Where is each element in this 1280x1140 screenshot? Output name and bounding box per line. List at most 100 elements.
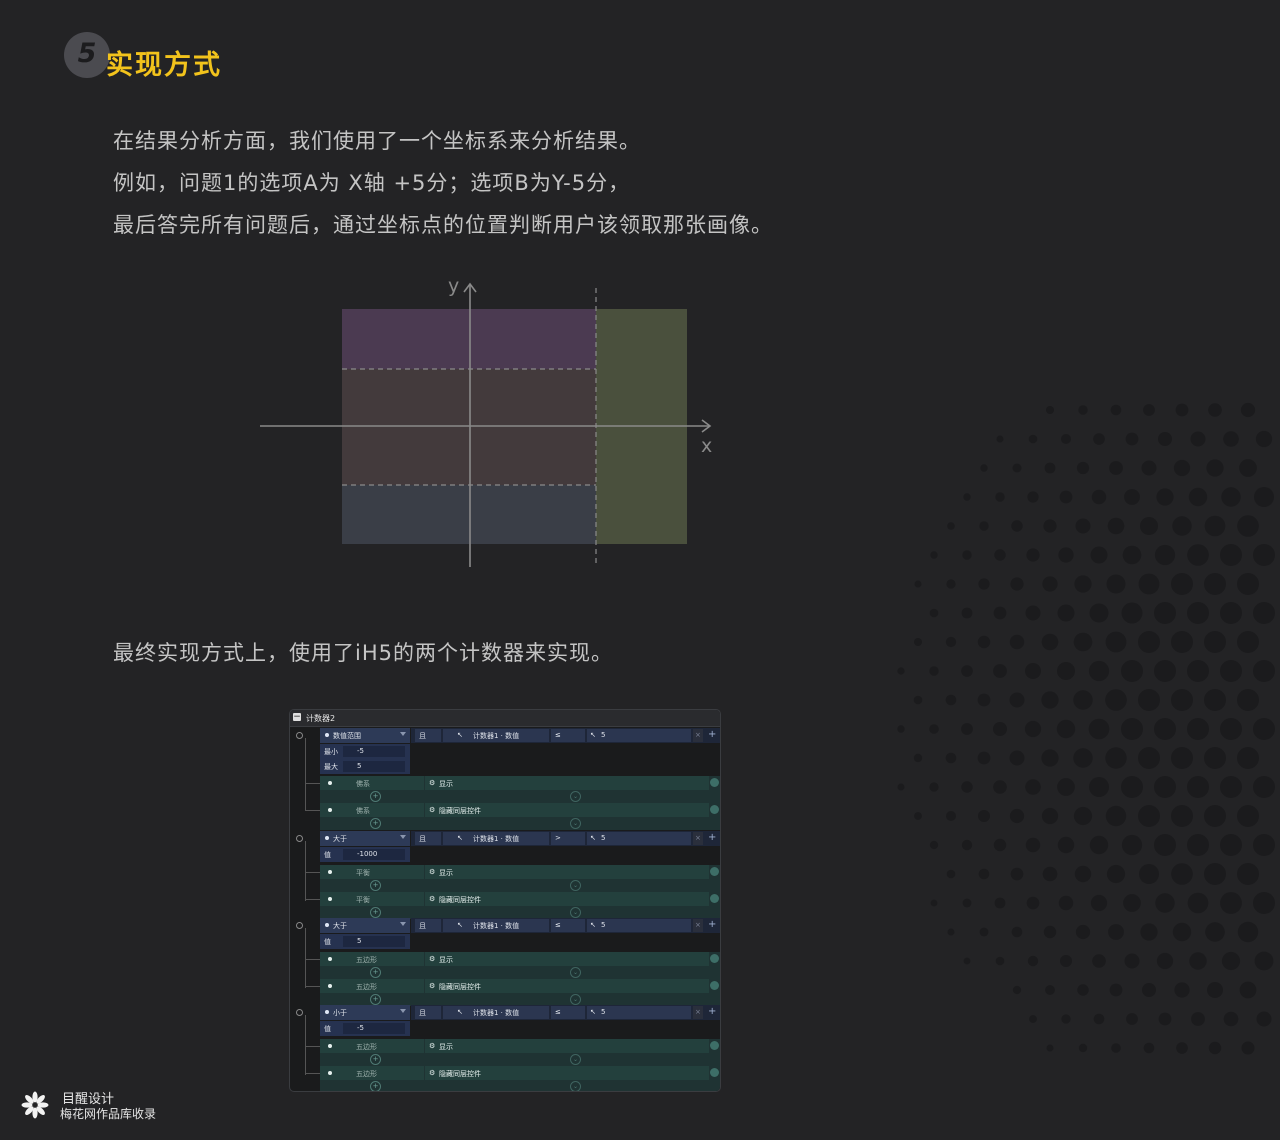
logic-select[interactable]: 且 [415, 919, 441, 932]
operator-select[interactable]: ≤ [551, 729, 585, 742]
target-select[interactable]: ↖ 计数器1 · 数值 [443, 832, 549, 845]
add-action-icon[interactable]: + [370, 791, 381, 802]
expand-chevron-icon[interactable]: ⌄ [570, 880, 581, 891]
expand-chevron-icon[interactable]: ⌄ [570, 967, 581, 978]
object-select[interactable]: 佛系 [320, 776, 424, 790]
decor-dot [1121, 718, 1143, 740]
confirm-icon[interactable] [710, 981, 719, 990]
operator-select[interactable]: ≤ [551, 919, 585, 932]
decor-dot [1106, 864, 1126, 884]
param-value-input[interactable]: -5 [343, 746, 405, 757]
action-select[interactable]: ⚙ 显示 [425, 952, 709, 966]
target-select[interactable]: ↖ 计数器1 · 数值 [443, 1006, 549, 1019]
action-select[interactable]: ⚙ 显示 [425, 865, 709, 879]
bullet-icon [325, 923, 329, 927]
decor-dot [1187, 602, 1209, 624]
param-value-input[interactable]: 5 [343, 761, 405, 772]
operator-select[interactable]: ≤ [551, 1006, 585, 1019]
object-select[interactable]: 佛系 [320, 803, 424, 817]
param-value-input[interactable]: -1000 [343, 849, 405, 860]
object-select[interactable]: 五边形 [320, 952, 424, 966]
remove-condition-icon[interactable]: × [693, 832, 703, 845]
confirm-icon[interactable] [710, 1068, 719, 1077]
compare-value-input[interactable]: ↖ 5 [587, 832, 691, 845]
add-action-icon[interactable]: + [370, 818, 381, 829]
param-value-input[interactable]: -5 [343, 1023, 405, 1034]
add-condition-icon[interactable]: + [705, 729, 717, 742]
decor-dot [1045, 985, 1055, 995]
compare-bar: 且 ↖ 计数器1 · 数值 > ↖ 5 × + [411, 831, 720, 846]
expand-chevron-icon[interactable]: ⌄ [570, 994, 581, 1005]
logic-select[interactable]: 且 [415, 1006, 441, 1019]
decor-dot [1237, 921, 1259, 943]
action-select[interactable]: ⚙ 隐藏同层控件 [425, 892, 709, 906]
logic-select[interactable]: 且 [415, 832, 441, 845]
decor-dot [1204, 863, 1226, 885]
action-select[interactable]: ⚙ 隐藏同层控件 [425, 803, 709, 817]
decor-dot [945, 694, 957, 706]
add-action-icon[interactable]: + [370, 1081, 381, 1091]
condition-select[interactable]: 小于 [320, 1005, 410, 1020]
expand-chevron-icon[interactable]: ⌄ [570, 818, 581, 829]
remove-condition-icon[interactable]: × [693, 1006, 703, 1019]
condition-select[interactable]: 大于 [320, 831, 410, 846]
add-action-icon[interactable]: + [370, 994, 381, 1005]
logic-select[interactable]: 且 [415, 729, 441, 742]
compare-value-input[interactable]: ↖ 5 [587, 919, 691, 932]
action-select[interactable]: ⚙ 显示 [425, 776, 709, 790]
add-action-icon[interactable]: + [370, 907, 381, 918]
remove-condition-icon[interactable]: × [693, 919, 703, 932]
decor-dot [1105, 631, 1127, 653]
decor-dot [1220, 834, 1242, 856]
expand-chevron-icon[interactable]: ⌄ [570, 1054, 581, 1065]
confirm-icon[interactable] [710, 954, 719, 963]
confirm-icon[interactable] [710, 867, 719, 876]
compare-value-input[interactable]: ↖ 5 [587, 1006, 691, 1019]
add-condition-icon[interactable]: + [705, 1006, 717, 1019]
decor-dot [1253, 834, 1275, 856]
add-condition-icon[interactable]: + [705, 919, 717, 932]
operator-select[interactable]: > [551, 832, 585, 845]
expand-chevron-icon[interactable]: ⌄ [570, 791, 581, 802]
target-select[interactable]: ↖ 计数器1 · 数值 [443, 919, 549, 932]
confirm-icon[interactable] [710, 894, 719, 903]
object-select[interactable]: 五边形 [320, 1039, 424, 1053]
operator-label: ≤ [555, 1008, 561, 1016]
remove-condition-icon[interactable]: × [693, 729, 703, 742]
object-select[interactable]: 平衡 [320, 892, 424, 906]
decor-dot [1220, 892, 1242, 914]
add-action-icon[interactable]: + [370, 880, 381, 891]
expand-chevron-icon[interactable]: ⌄ [570, 1081, 581, 1091]
action-row-hide: 五边形 ⚙ 隐藏同层控件 + ⌄ [320, 1066, 720, 1091]
add-condition-icon[interactable]: + [705, 832, 717, 845]
decor-dot [962, 550, 972, 560]
expand-chevron-icon[interactable]: ⌄ [570, 907, 581, 918]
object-select[interactable]: 五边形 [320, 979, 424, 993]
decor-dot [1220, 718, 1242, 740]
target-select[interactable]: ↖ 计数器1 · 数值 [443, 729, 549, 742]
add-action-icon[interactable]: + [370, 1054, 381, 1065]
target-label: 计数器1 · 数值 [473, 1009, 520, 1017]
action-select[interactable]: ⚙ 隐藏同层控件 [425, 979, 709, 993]
decor-dot [947, 522, 955, 530]
object-select[interactable]: 五边形 [320, 1066, 424, 1080]
x-axis-label: x [701, 435, 712, 457]
param-value-input[interactable]: 5 [343, 936, 405, 947]
intro-line-2: 例如，问题1的选项A为 X轴 +5分；选项B为Y-5分， [113, 171, 631, 195]
condition-select[interactable]: 数值范围 [320, 728, 410, 743]
action-select[interactable]: ⚙ 隐藏同层控件 [425, 1066, 709, 1080]
decor-dot [1175, 403, 1189, 417]
object-select[interactable]: 平衡 [320, 865, 424, 879]
add-action-icon[interactable]: + [370, 967, 381, 978]
confirm-icon[interactable] [710, 778, 719, 787]
compare-bar: 且 ↖ 计数器1 · 数值 ≤ ↖ 5 × + [411, 1005, 720, 1020]
collapse-icon[interactable]: − [293, 713, 301, 722]
condition-select[interactable]: 大于 [320, 918, 410, 933]
tree-line [305, 841, 306, 901]
action-select[interactable]: ⚙ 显示 [425, 1039, 709, 1053]
tree-line [305, 1015, 306, 1075]
decor-dot [1205, 922, 1225, 942]
confirm-icon[interactable] [710, 1041, 719, 1050]
confirm-icon[interactable] [710, 805, 719, 814]
compare-value-input[interactable]: ↖ 5 [587, 729, 691, 742]
